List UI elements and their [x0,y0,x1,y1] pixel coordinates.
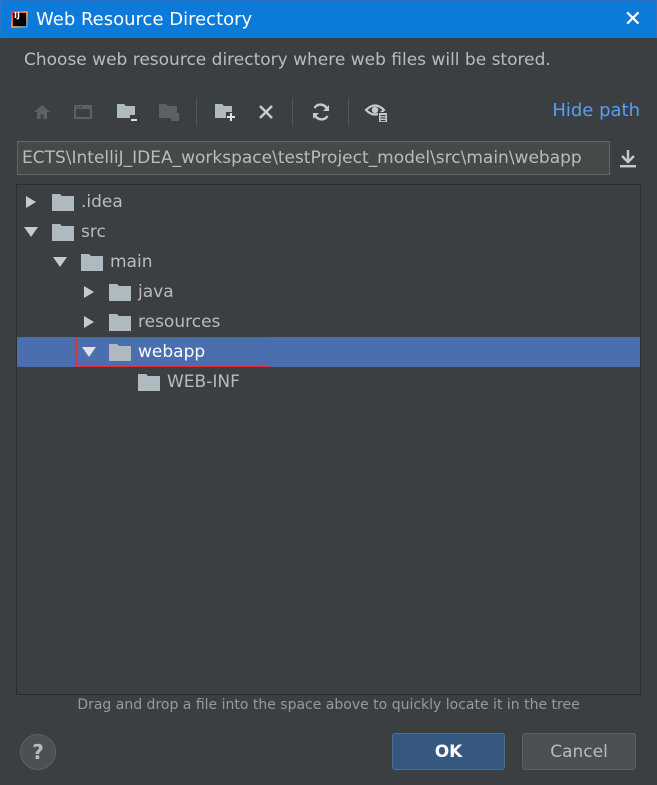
collapse-arrow-icon[interactable] [24,225,38,239]
toolbar-separator [348,98,349,126]
path-field[interactable]: ECTS\IntelliJ_IDEA_workspace\testProject… [17,141,610,175]
home-icon[interactable] [26,96,58,128]
tree-item-src[interactable]: src [17,217,640,247]
window-title: Web Resource Directory [36,8,253,30]
folder-icon [52,224,74,241]
tree-item-java[interactable]: java [17,277,640,307]
desktop-icon[interactable] [67,96,99,128]
project-folder-icon[interactable] [111,96,143,128]
expand-arrow-icon[interactable] [24,195,38,209]
module-folder-icon[interactable] [153,96,185,128]
collapse-arrow-icon[interactable] [53,255,67,269]
dialog-description: Choose web resource directory where web … [24,50,551,70]
tree-item-label: WEB-INF [167,372,240,392]
intellij-idea-icon [11,10,28,28]
folder-icon [52,194,74,211]
show-hidden-icon[interactable] [361,96,393,128]
tree-item-label: main [110,252,153,272]
collapse-arrow-icon[interactable] [82,345,96,359]
toolbar-separator [196,98,197,126]
title-bar: Web Resource Directory ✕ [0,0,657,38]
tree-item-resources[interactable]: resources [17,307,640,337]
expand-arrow-icon[interactable] [82,285,96,299]
file-chooser-toolbar [16,92,641,130]
tree-item-idea[interactable]: .idea [17,187,640,217]
ok-button[interactable]: OK [392,733,505,770]
delete-icon[interactable] [250,96,282,128]
download-icon[interactable] [617,147,639,169]
folder-icon [138,374,160,391]
new-folder-icon[interactable] [209,96,241,128]
folder-icon [109,344,131,361]
tree-item-label: src [81,222,106,242]
cancel-button[interactable]: Cancel [522,733,636,770]
folder-icon [109,284,131,301]
expand-arrow-icon[interactable] [82,315,96,329]
tree-item-label: .idea [81,192,123,212]
help-button[interactable]: ? [20,734,56,770]
refresh-icon[interactable] [305,96,337,128]
close-icon[interactable]: ✕ [624,7,642,32]
directory-tree[interactable]: .idea src main java resources webapp WEB… [16,184,641,695]
hide-path-link[interactable]: Hide path [552,100,640,121]
folder-icon [109,314,131,331]
tree-item-label: webapp [138,342,206,362]
tree-item-main[interactable]: main [17,247,640,277]
path-value: ECTS\IntelliJ_IDEA_workspace\testProject… [22,148,582,168]
tree-item-label: java [138,282,174,302]
tree-item-webapp[interactable]: webapp [17,337,640,367]
drag-drop-hint: Drag and drop a file into the space abov… [77,697,580,713]
tree-item-label: resources [138,312,221,332]
folder-icon [81,254,103,271]
toolbar-separator [292,98,293,126]
tree-item-web-inf[interactable]: WEB-INF [17,367,640,397]
